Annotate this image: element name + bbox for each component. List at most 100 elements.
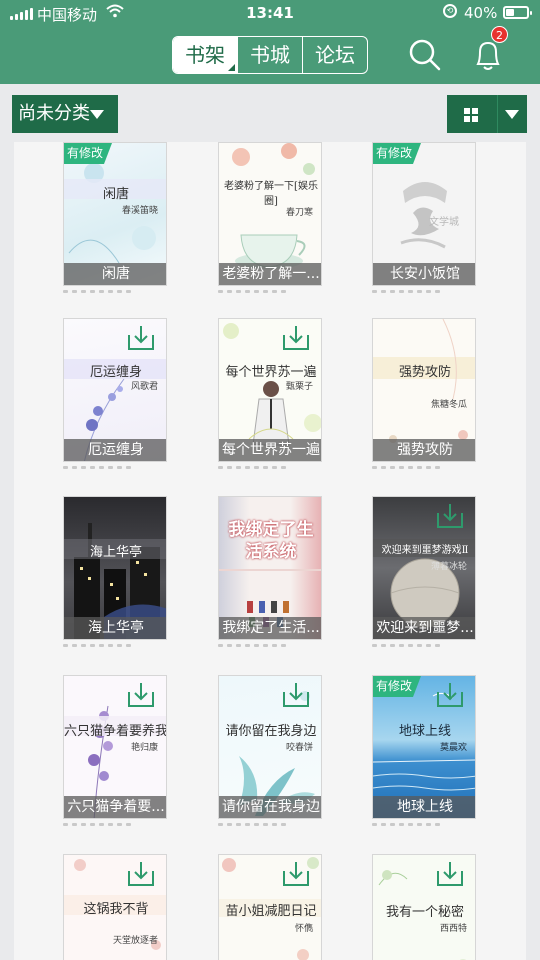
progress-dots [63, 290, 131, 293]
status-bar: 中国移动 13:41 ⟲ 40% [0, 0, 540, 28]
cover-title: 厄运缠身 [89, 365, 142, 380]
bookshelf-grid: 有修改 闲唐 春溪笛晓 闲唐 老婆粉了解一下[娱乐圈] 春刀寒 老婆粉了解一..… [14, 142, 526, 960]
progress-dots [63, 466, 131, 469]
progress-dots [372, 290, 440, 293]
book-title: 每个世界苏一遍 [219, 439, 321, 461]
download-icon[interactable] [126, 859, 156, 889]
tab-bookshelf[interactable]: 书架 [173, 37, 237, 73]
cover-title: 我有一个秘密 [385, 905, 464, 920]
battery-percent: 40% [464, 4, 498, 22]
download-icon[interactable] [435, 680, 465, 710]
cover-title: 请你留在我身边 [225, 724, 317, 739]
modified-tag: 有修改 [64, 143, 112, 164]
book-item[interactable]: 每个世界苏一遍 甄栗子 每个世界苏一遍 [218, 318, 322, 469]
book-title: 强势攻防 [373, 439, 475, 461]
book-item[interactable]: 六只猫争着要养我 艳归康 六只猫争着要... [63, 675, 167, 826]
progress-dots [218, 644, 286, 647]
nav-tabs: 书架 书城 论坛 [172, 36, 368, 74]
book-cover: 欢迎来到噩梦游戏Ⅱ 薄暮冰轮 欢迎来到噩梦... [372, 496, 476, 640]
cover-author: 甄栗子 [285, 382, 313, 392]
cover-author: 西西特 [439, 924, 467, 934]
download-icon[interactable] [126, 323, 156, 353]
progress-dots [218, 290, 286, 293]
book-item[interactable]: 厄运缠身 风歌君 厄运缠身 [63, 318, 167, 469]
cover-author: 艳归康 [130, 743, 158, 753]
book-item[interactable]: 我绑定了生活系统 我绑定了生活... [218, 496, 322, 647]
cover-title: 闲唐 [102, 187, 129, 202]
book-title: 欢迎来到噩梦... [373, 617, 475, 639]
book-item[interactable]: 这锅我不背 天堂放逐者 [63, 854, 167, 960]
cover-title: 地球上线 [398, 724, 451, 739]
tab-forum[interactable]: 论坛 [302, 37, 367, 73]
category-dropdown[interactable]: 尚未分类 [12, 95, 118, 133]
cover-title: 每个世界苏一遍 [225, 365, 317, 380]
progress-dots [63, 644, 131, 647]
cover-title: 苗小姐减肥日记 [225, 904, 317, 919]
cover-author: 怀儁 [294, 924, 313, 934]
search-icon[interactable] [407, 36, 443, 74]
download-icon[interactable] [435, 859, 465, 889]
cover-author: 焦糖冬瓜 [430, 400, 467, 410]
cover-title: 六只猫争着要养我 [64, 724, 167, 739]
book-item[interactable]: 有修改 文学城 长安小饭馆 [372, 142, 476, 293]
book-cover: 这锅我不背 天堂放逐者 [63, 854, 167, 960]
chevron-down-icon [505, 110, 519, 119]
download-icon[interactable] [281, 323, 311, 353]
book-title: 海上华亭 [64, 617, 166, 639]
chevron-down-icon [90, 110, 104, 119]
book-item[interactable]: 有修改 闲唐 春溪笛晓 闲唐 [63, 142, 167, 293]
book-title: 闲唐 [64, 263, 166, 285]
cover-author: 春溪笛晓 [121, 206, 158, 216]
book-item[interactable]: 强势攻防 焦糖冬瓜 强势攻防 [372, 318, 476, 469]
view-mode-button[interactable] [447, 95, 527, 133]
cover-title: 海上华亭 [89, 545, 142, 560]
download-icon[interactable] [435, 501, 465, 531]
book-cover: 有修改 地球上线 莫晨欢 地球上线 [372, 675, 476, 819]
cover-author: 咬春饼 [285, 743, 313, 753]
book-cover: 老婆粉了解一下[娱乐圈] 春刀寒 老婆粉了解一... [218, 142, 322, 286]
cover-title: 强势攻防 [398, 365, 451, 380]
message-badge: 2 [491, 26, 508, 43]
progress-dots [63, 823, 131, 826]
modified-tag: 有修改 [373, 143, 421, 164]
book-item[interactable]: 老婆粉了解一下[娱乐圈] 春刀寒 老婆粉了解一... [218, 142, 322, 293]
book-cover: 每个世界苏一遍 甄栗子 每个世界苏一遍 [218, 318, 322, 462]
book-cover: 六只猫争着要养我 艳归康 六只猫争着要... [63, 675, 167, 819]
book-title: 老婆粉了解一... [219, 263, 321, 285]
tab-bookstore[interactable]: 书城 [237, 37, 302, 73]
modified-tag: 有修改 [373, 676, 421, 697]
book-title: 请你留在我身边 [219, 796, 321, 818]
book-cover: 苗小姐减肥日记 怀儁 [218, 854, 322, 960]
book-title: 地球上线 [373, 796, 475, 818]
book-cover: 海上华亭 海上华亭 [63, 496, 167, 640]
book-title: 我绑定了生活... [219, 617, 321, 639]
battery-icon [503, 6, 532, 19]
book-item[interactable]: 苗小姐减肥日记 怀儁 [218, 854, 322, 960]
cover-title: 我绑定了生活系统 [228, 520, 314, 562]
download-icon[interactable] [126, 680, 156, 710]
top-nav: 书架 书城 论坛 [0, 28, 540, 84]
download-icon[interactable] [281, 859, 311, 889]
divider [497, 95, 498, 133]
cover-author: 风歌君 [130, 382, 158, 392]
book-cover: 有修改 闲唐 春溪笛晓 闲唐 [63, 142, 167, 286]
book-cover: 厄运缠身 风歌君 厄运缠身 [63, 318, 167, 462]
book-cover: 强势攻防 焦糖冬瓜 强势攻防 [372, 318, 476, 462]
progress-dots [372, 466, 440, 469]
cover-author: 春刀寒 [285, 208, 313, 218]
book-item[interactable]: 我有一个秘密 西西特 [372, 854, 476, 960]
cover-title: 这锅我不背 [83, 902, 149, 917]
progress-dots [372, 644, 440, 647]
category-label: 尚未分类 [18, 103, 90, 124]
download-icon[interactable] [281, 680, 311, 710]
cover-title: 老婆粉了解一下[娱乐圈] [224, 181, 318, 207]
progress-dots [372, 823, 440, 826]
book-item[interactable]: 海上华亭 海上华亭 [63, 496, 167, 647]
logo-text: 文学城 [429, 217, 459, 228]
progress-dots [218, 823, 286, 826]
cover-author: 莫晨欢 [439, 743, 467, 753]
book-item[interactable]: 请你留在我身边 咬春饼 请你留在我身边 [218, 675, 322, 826]
book-item[interactable]: 有修改 地球上线 莫晨欢 地球上线 [372, 675, 476, 826]
cover-author: 天堂放逐者 [112, 936, 158, 946]
book-item[interactable]: 欢迎来到噩梦游戏Ⅱ 薄暮冰轮 欢迎来到噩梦... [372, 496, 476, 647]
